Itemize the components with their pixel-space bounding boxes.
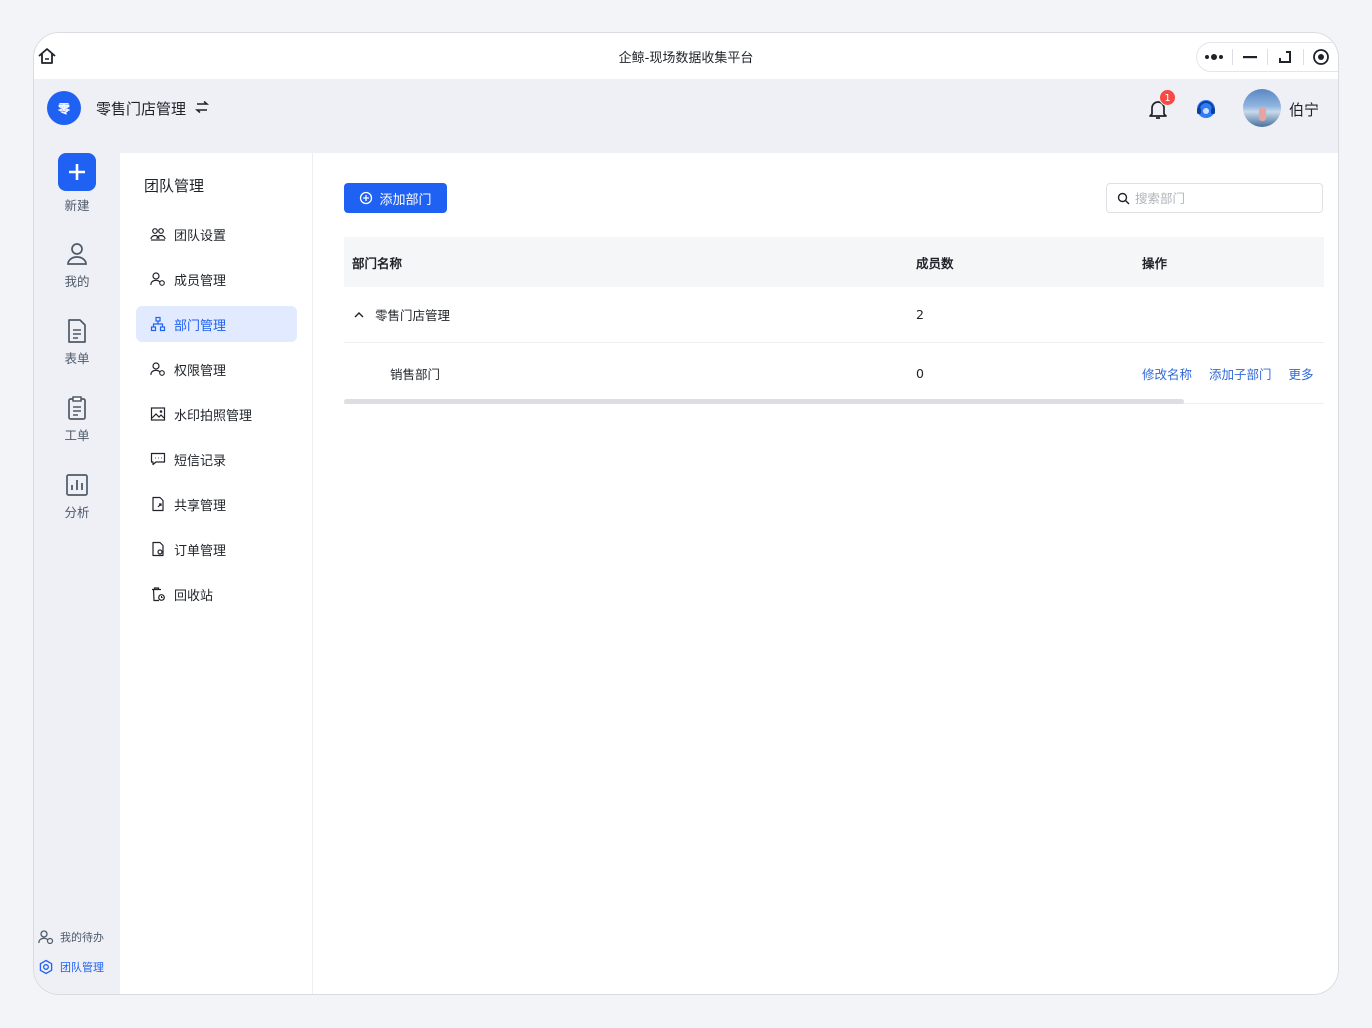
table-header: 部门名称 成员数 操作 [344,237,1324,287]
rail-team-management[interactable]: 团队管理 [38,959,104,975]
nav-member-management[interactable]: 成员管理 [136,261,297,297]
minimize-icon[interactable] [1233,43,1268,71]
rail-todo-label: 我的待办 [60,931,104,944]
team-gear-icon [39,959,53,975]
app-window: 企鲸-现场数据收集平台 零 零售门店管理 1 伯宁 新建 我的 表单 工单 分析… [33,32,1339,995]
rail-item-new[interactable]: 新建 [34,153,120,214]
permission-user-icon [150,362,165,376]
add-subdepartment-link[interactable]: 添加子部门 [1209,364,1272,383]
table-row: 销售部门 0 修改名称 添加子部门 更多 [344,343,1324,404]
department-search[interactable] [1106,183,1323,213]
rail-item-workorders[interactable]: 工单 [34,395,120,444]
team-icon [150,228,166,241]
nav-department-management[interactable]: 部门管理 [136,306,297,342]
plus-circle-icon [360,191,373,205]
nav-recycle-bin[interactable]: 回收站 [136,576,297,612]
plus-icon[interactable] [58,153,96,191]
rail-item-mine[interactable]: 我的 [34,241,120,290]
department-name: 零售门店管理 [375,308,451,323]
top-header: 零 零售门店管理 1 伯宁 [34,79,1338,153]
rail-label: 表单 [64,351,90,366]
rail-team-label: 团队管理 [60,961,104,974]
title-bar: 企鲸-现场数据收集平台 [34,33,1338,79]
member-count: 2 [916,307,924,322]
user-icon [67,243,87,265]
more-link[interactable]: 更多 [1289,364,1314,383]
rail-item-forms[interactable]: 表单 [34,318,120,367]
header-actions: 操作 [1142,255,1168,271]
order-doc-icon [152,541,164,557]
recycle-bin-icon [152,587,165,602]
restore-icon[interactable] [1268,43,1303,71]
header-department-name: 部门名称 [352,255,403,271]
window-capsule [1196,42,1338,72]
rail-label: 新建 [64,198,90,213]
clipboard-icon [68,396,86,420]
nav-watermark-photo[interactable]: 水印拍照管理 [136,396,297,432]
table-row: 零售门店管理 2 [344,287,1324,343]
main-content: 添加部门 部门名称 成员数 操作 零售门店管理 2 销售部门 [314,153,1338,994]
close-target-icon[interactable] [1304,43,1339,71]
rail-todo[interactable]: 我的待办 [38,929,104,945]
header-member-count: 成员数 [916,255,954,271]
share-doc-icon [152,496,164,512]
search-input[interactable] [1135,190,1305,206]
member-icon [150,272,165,286]
message-icon [150,452,166,466]
rail-label: 分析 [64,505,90,520]
chevron-up-icon[interactable] [352,308,366,322]
rail-label: 我的 [64,274,90,289]
org-name[interactable]: 零售门店管理 [96,98,186,119]
todo-user-icon [38,930,54,945]
org-tree-icon [150,316,166,332]
switch-org-icon[interactable] [194,100,210,114]
left-rail: 新建 我的 表单 工单 分析 我的待办 团队管理 [34,153,120,994]
search-icon [1117,192,1130,204]
user-avatar[interactable] [1243,89,1281,127]
add-department-button[interactable]: 添加部门 [344,183,447,213]
form-icon [68,319,86,343]
app-title: 企鲸-现场数据收集平台 [618,51,754,66]
nav-sms-records[interactable]: 短信记录 [136,441,297,477]
customer-service-icon[interactable] [1194,97,1218,121]
rail-item-analysis[interactable]: 分析 [34,472,120,521]
nav-permission-management[interactable]: 权限管理 [136,351,297,387]
nav-order-management[interactable]: 订单管理 [136,531,297,567]
department-table: 部门名称 成员数 操作 零售门店管理 2 销售部门 0 修改名称 添加子部门 更… [344,237,1324,404]
more-dots-icon[interactable] [1197,43,1232,71]
sub-navigation: 团队管理 团队设置 成员管理 部门管理 权限管理 水印拍照管理 短信记录 共享管… [120,153,313,994]
user-name[interactable]: 伯宁 [1289,99,1319,120]
notification-badge: 1 [1159,89,1176,106]
subnav-title: 团队管理 [144,177,205,195]
department-name: 销售部门 [390,366,441,382]
rename-link[interactable]: 修改名称 [1142,364,1192,383]
photo-icon [150,407,166,421]
nav-team-settings[interactable]: 团队设置 [136,216,297,252]
member-count: 0 [916,365,924,381]
chart-icon [66,474,88,496]
horizontal-scrollbar[interactable] [344,399,1184,404]
rail-label: 工单 [64,428,90,443]
org-logo: 零 [47,91,81,125]
nav-share-management[interactable]: 共享管理 [136,486,297,522]
